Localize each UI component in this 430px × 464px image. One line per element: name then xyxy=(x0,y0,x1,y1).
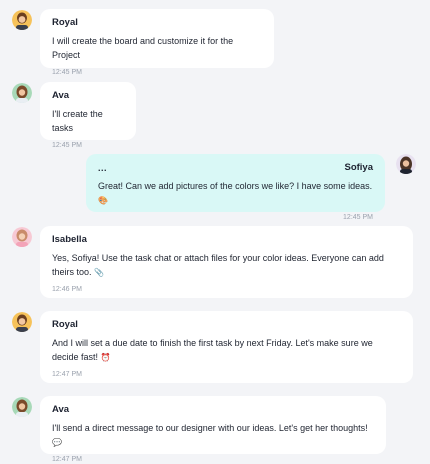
sender-name: Royal xyxy=(52,17,78,28)
message-bubble: Isabella Yes, Sofiya! Use the task chat … xyxy=(40,226,413,298)
message-timestamp: 12:45 PM xyxy=(343,214,373,221)
sofiya-avatar[interactable] xyxy=(396,154,416,174)
own-message-bubble: ... Sofiya Great! Can we add pictures of… xyxy=(86,154,385,221)
message-timestamp: 12:47 PM xyxy=(52,371,82,378)
speech-bubble-icon: 💬 xyxy=(52,437,62,447)
message-bubble: Royal I will create the board and custom… xyxy=(40,9,274,76)
sender-name: Sofiya xyxy=(344,162,373,173)
message-text: And I will set a due date to finish the … xyxy=(52,338,373,362)
message-timestamp: 12:47 PM xyxy=(52,456,82,463)
sender-name: Ava xyxy=(52,90,70,101)
message-bubble: Ava I'll create the tasks 12:45 PM xyxy=(40,82,136,149)
message-bubble: Royal And I will set a due date to finis… xyxy=(40,311,413,383)
message-menu-button[interactable]: ... xyxy=(98,163,107,173)
royal-avatar[interactable] xyxy=(12,10,32,30)
message-timestamp: 12:45 PM xyxy=(52,142,82,149)
message-timestamp: 12:46 PM xyxy=(52,286,82,293)
message-text: I will create the board and customize it… xyxy=(52,36,234,60)
sender-name: Ava xyxy=(52,404,70,415)
alarm-clock-icon: ⏰ xyxy=(100,352,111,362)
message-text: Great! Can we add pictures of the colors… xyxy=(98,181,373,205)
palette-icon: 🎨 xyxy=(98,195,108,205)
sender-name: Isabella xyxy=(52,234,87,245)
sender-name: Royal xyxy=(52,319,78,330)
message-text: I'll create the tasks xyxy=(52,109,103,133)
royal-avatar[interactable] xyxy=(12,312,32,332)
ava-avatar[interactable] xyxy=(12,397,32,417)
message-text: I'll send a direct message to our design… xyxy=(52,423,368,447)
ava-avatar[interactable] xyxy=(12,83,32,103)
message-bubble: Ava I'll send a direct message to our de… xyxy=(40,396,386,463)
message-text: Yes, Sofiya! Use the task chat or attach… xyxy=(52,253,384,277)
paperclip-icon: 📎 xyxy=(94,267,105,277)
message-timestamp: 12:45 PM xyxy=(52,69,82,76)
isabella-avatar[interactable] xyxy=(12,227,32,247)
